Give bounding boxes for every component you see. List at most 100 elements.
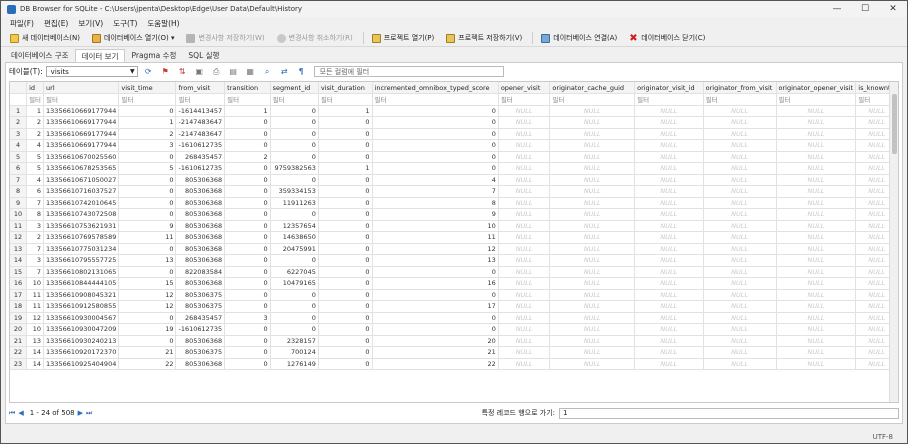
row-number[interactable]: 8 [10, 185, 28, 198]
table-cell[interactable]: 805306368 [175, 220, 226, 232]
table-cell[interactable]: 4 [26, 174, 45, 186]
table-cell[interactable]: 0 [270, 300, 319, 313]
tab-database-structure[interactable]: 데이터베이스 구조 [5, 49, 75, 62]
null-cell[interactable]: NULL [549, 197, 636, 209]
last-record-icon[interactable]: ⏭ [86, 409, 92, 418]
table-cell[interactable]: 805306375 [175, 289, 226, 301]
table-cell[interactable]: 0 [372, 289, 499, 301]
table-cell[interactable]: 13356610930047209 [43, 323, 120, 336]
table-cell[interactable]: 19 [118, 323, 177, 336]
new-database-button[interactable]: 새 데이터베이스(N) [5, 31, 85, 45]
table-cell[interactable]: 0 [318, 197, 373, 209]
table-cell[interactable]: 0 [224, 358, 271, 370]
table-cell[interactable]: 7 [26, 243, 45, 255]
table-cell[interactable]: 0 [318, 358, 373, 370]
table-cell[interactable]: 0 [270, 128, 319, 140]
table-cell[interactable]: 13356610795557725 [43, 254, 120, 267]
table-cell[interactable]: 15 [118, 277, 177, 290]
null-cell[interactable]: NULL [634, 312, 704, 324]
table-cell[interactable]: 21 [372, 346, 499, 359]
column-filter-input[interactable]: 필터 [318, 93, 373, 106]
table-cell[interactable]: 0 [270, 139, 319, 152]
open-project-button[interactable]: 프로젝트 열기(P) [367, 31, 440, 45]
null-cell[interactable]: NULL [549, 105, 636, 117]
save-project-button[interactable]: 프로젝트 저장하기(V) [441, 31, 527, 45]
table-cell[interactable]: 0 [318, 289, 373, 301]
row-number[interactable]: 14 [10, 254, 28, 267]
table-cell[interactable]: 13356610753621931 [43, 220, 120, 232]
null-cell[interactable]: NULL [634, 185, 704, 198]
row-number[interactable]: 9 [10, 197, 28, 209]
table-cell[interactable]: 7 [372, 185, 499, 198]
null-cell[interactable]: NULL [549, 312, 636, 324]
row-number[interactable]: 15 [10, 266, 28, 278]
table-cell[interactable]: 5 [26, 151, 45, 163]
null-cell[interactable]: NULL [498, 128, 551, 140]
table-cell[interactable]: 0 [372, 162, 499, 175]
null-cell[interactable]: NULL [549, 335, 636, 347]
table-row[interactable]: 16 10 13356610844444105 15 805306368 0 1047916… [10, 277, 898, 290]
table-cell[interactable]: 13356610670025560 [43, 151, 120, 163]
null-cell[interactable]: NULL [549, 151, 636, 163]
table-cell[interactable]: 13356610908045321 [43, 289, 120, 301]
null-cell[interactable]: NULL [634, 220, 704, 232]
table-row[interactable]: 8 6 13356610716037527 0 805306368 0 359334153 0… [10, 185, 898, 198]
table-cell[interactable]: 9 [118, 220, 177, 232]
null-cell[interactable]: NULL [498, 197, 551, 209]
null-cell[interactable]: NULL [634, 151, 704, 163]
table-cell[interactable]: 2 [118, 128, 177, 140]
table-cell[interactable]: 0 [372, 312, 499, 324]
table-cell[interactable]: 0 [318, 300, 373, 313]
table-cell[interactable]: 0 [270, 208, 319, 221]
null-cell[interactable]: NULL [776, 323, 857, 336]
column-filter-input[interactable]: 필터 [498, 93, 551, 106]
null-cell[interactable]: NULL [549, 358, 636, 370]
null-cell[interactable]: NULL [498, 174, 551, 186]
table-cell[interactable]: 805306368 [175, 197, 226, 209]
table-row[interactable]: 17 11 13356610908045321 12 805306375 0 0 0 0 NULL… [10, 289, 898, 301]
null-cell[interactable]: NULL [703, 128, 777, 140]
close-window-button[interactable]: ✕ [879, 1, 907, 17]
column-filter-input[interactable]: 필터 [270, 93, 319, 106]
table-cell[interactable]: 3 [26, 254, 45, 267]
table-cell[interactable]: 0 [372, 151, 499, 163]
table-cell[interactable]: 11 [26, 289, 45, 301]
table-cell[interactable]: 0 [224, 335, 271, 347]
table-cell[interactable]: 822083584 [175, 266, 226, 278]
table-cell[interactable]: 13356610930004567 [43, 312, 120, 324]
table-cell[interactable]: 0 [118, 185, 177, 198]
table-cell[interactable]: 0 [224, 254, 271, 267]
null-cell[interactable]: NULL [776, 162, 857, 175]
row-number[interactable]: 13 [10, 243, 28, 255]
table-cell[interactable]: 0 [118, 335, 177, 347]
table-cell[interactable]: 0 [224, 300, 271, 313]
table-cell[interactable]: 0 [224, 323, 271, 336]
column-filter-input[interactable]: 필터 [43, 93, 120, 106]
table-cell[interactable]: 3 [118, 139, 177, 152]
table-cell[interactable]: 805306368 [175, 277, 226, 290]
row-number[interactable]: 21 [10, 335, 28, 347]
column-filter-input[interactable]: 필터 [224, 93, 271, 106]
attach-database-button[interactable]: 데이터베이스 연결(A) [536, 31, 622, 45]
null-cell[interactable]: NULL [498, 358, 551, 370]
table-cell[interactable]: -1610612735 [175, 323, 226, 336]
table-cell[interactable]: 13356610925404904 [43, 358, 120, 370]
table-cell[interactable]: 0 [224, 197, 271, 209]
refresh-icon[interactable]: ⟳ [142, 66, 155, 78]
row-number[interactable]: 2 [10, 116, 28, 129]
table-cell[interactable]: 12357654 [270, 220, 319, 232]
table-cell[interactable]: 0 [318, 185, 373, 198]
table-cell[interactable]: 0 [224, 174, 271, 186]
null-cell[interactable]: NULL [498, 300, 551, 313]
table-cell[interactable]: 1 [224, 105, 271, 117]
null-cell[interactable]: NULL [498, 208, 551, 221]
table-cell[interactable]: 2 [26, 128, 45, 140]
table-cell[interactable]: 10 [26, 323, 45, 336]
table-cell[interactable]: 1 [318, 105, 373, 117]
table-cell[interactable]: 13356610802131065 [43, 266, 120, 278]
column-header[interactable]: visit_time [118, 82, 177, 94]
row-number[interactable]: 18 [10, 300, 28, 313]
table-cell[interactable]: 0 [224, 116, 271, 129]
null-cell[interactable]: NULL [776, 197, 857, 209]
row-number[interactable]: 7 [10, 174, 28, 186]
